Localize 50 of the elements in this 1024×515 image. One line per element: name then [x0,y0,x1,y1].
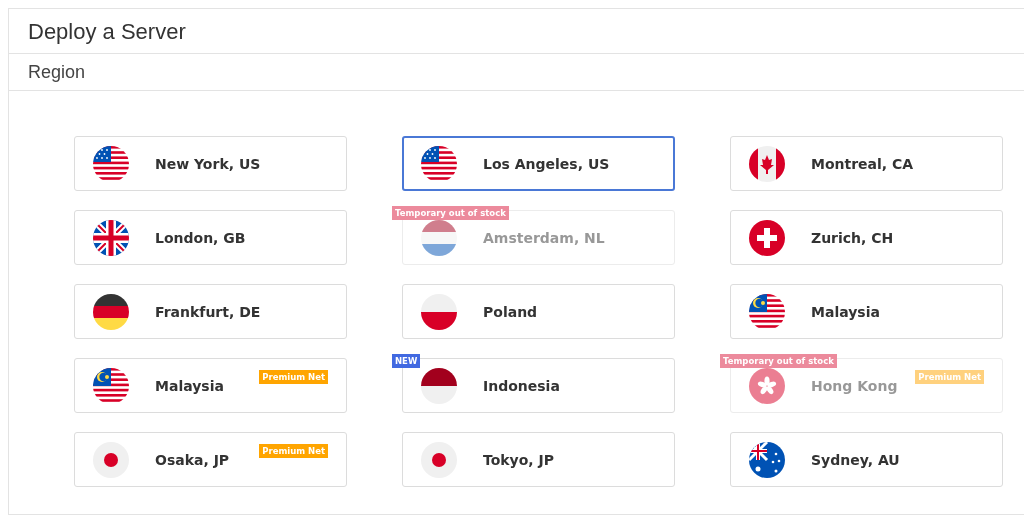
section-title: Region [28,61,87,83]
us-flag-icon [93,145,129,182]
australia-flag-icon [749,441,785,478]
premium-net-badge: Premium Net [259,370,328,384]
region-name: Indonesia [483,377,560,394]
region-name: Frankfurt, DE [155,303,261,320]
swiss-flag-icon [749,219,785,256]
region-option[interactable]: Zurich, CH [730,210,1003,265]
region-option[interactable]: New York, US [74,136,347,191]
japan-flag-icon [421,441,457,478]
region-option[interactable]: Los Angeles, US [402,136,675,191]
us-flag-icon [421,145,457,182]
region-name: Malaysia [811,303,880,320]
region-name: New York, US [155,155,261,172]
region-option[interactable]: Osaka, JP Premium Net [74,432,347,487]
uk-flag-icon [93,219,129,256]
region-option[interactable]: Poland [402,284,675,339]
japan-flag-icon [93,441,129,478]
region-option[interactable]: Sydney, AU [730,432,1003,487]
region-option[interactable]: Montreal, CA [730,136,1003,191]
netherlands-flag-icon [421,219,457,256]
region-name: Montreal, CA [811,155,914,172]
region-name: Los Angeles, US [483,155,610,172]
hong-kong-flag-icon [749,367,785,404]
region-option[interactable]: Tokyo, JP [402,432,675,487]
region-name: Sydney, AU [811,451,900,468]
malaysia-flag-icon [749,293,785,330]
region-name: Poland [483,303,538,320]
region-name: Osaka, JP [155,451,230,468]
region-name: Tokyo, JP [483,451,555,468]
page-title: Deploy a Server [28,19,187,45]
stock-status-badge: Temporary out of stock [392,206,509,220]
premium-net-badge: Premium Net [915,370,984,384]
region-name: Amsterdam, NL [483,229,605,246]
germany-flag-icon [93,293,129,330]
region-name: Malaysia [155,377,224,394]
region-option[interactable]: Malaysia Premium Net [74,358,347,413]
poland-flag-icon [421,293,457,330]
region-name: Hong Kong [811,377,898,394]
malaysia-flag-icon [93,367,129,404]
region-option[interactable]: Malaysia [730,284,1003,339]
new-badge: NEW [392,354,421,368]
region-option[interactable]: London, GB [74,210,347,265]
indonesia-flag-icon [421,367,457,404]
canada-flag-icon [749,145,785,182]
premium-net-badge: Premium Net [259,444,328,458]
region-name: London, GB [155,229,246,246]
region-option[interactable]: Frankfurt, DE [74,284,347,339]
stock-status-badge: Temporary out of stock [720,354,837,368]
region-name: Zurich, CH [811,229,894,246]
